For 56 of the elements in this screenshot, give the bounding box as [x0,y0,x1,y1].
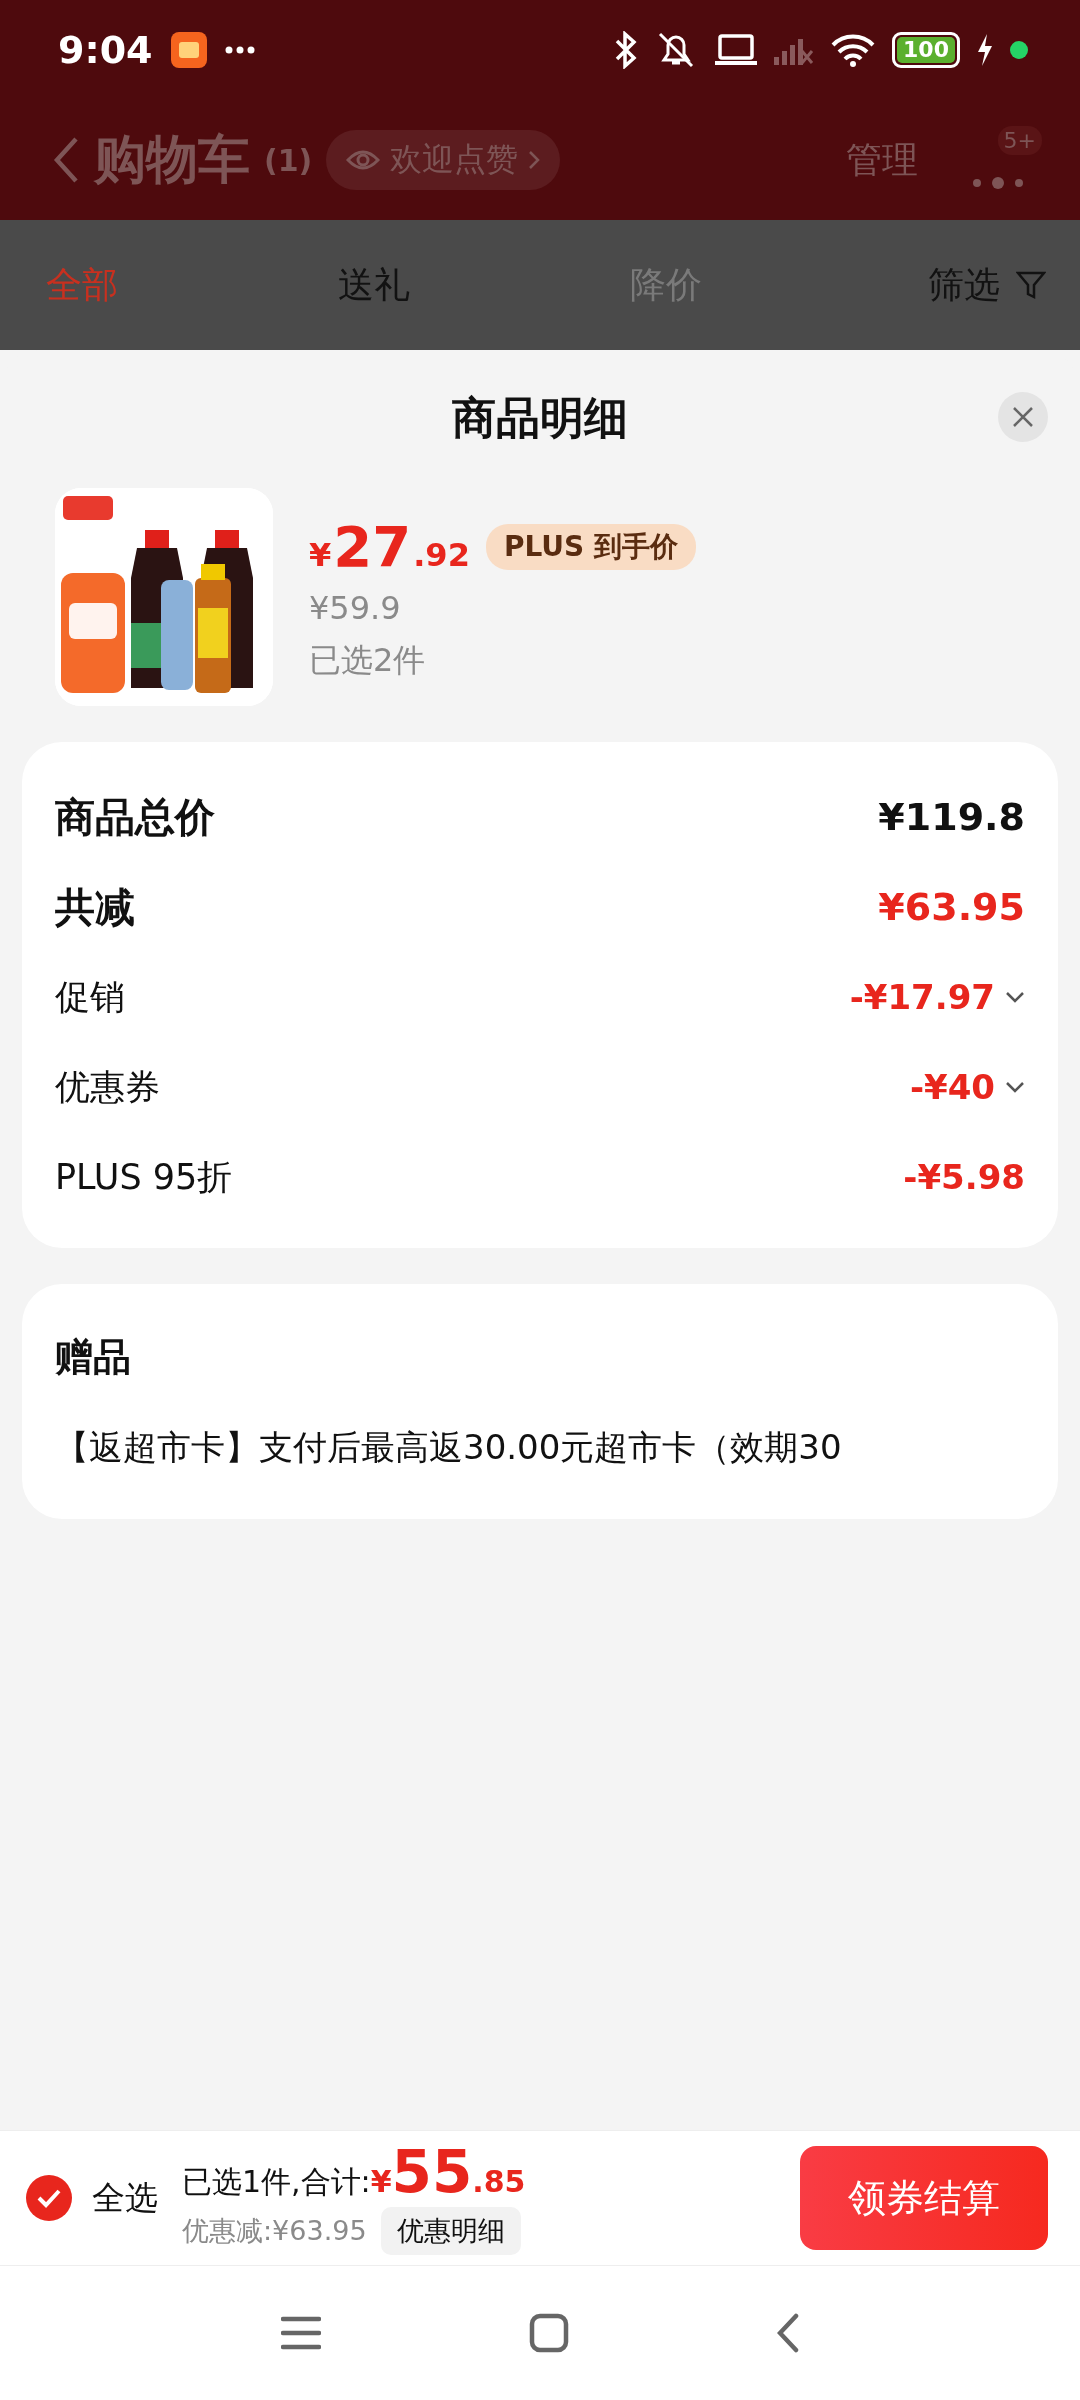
select-all-checkbox[interactable] [26,2175,72,2221]
battery-level: 100 [897,37,955,63]
home-icon[interactable] [529,2313,569,2353]
menu-icon[interactable] [281,2315,321,2351]
check-icon [36,2188,62,2208]
chevron-down-icon[interactable] [1005,1081,1025,1093]
chevron-right-icon [528,150,541,170]
filter-icon [1016,270,1046,300]
price-label: 商品总价 [55,792,215,842]
price-label: 优惠券 [55,1065,160,1109]
close-icon [1012,406,1034,428]
filter-button[interactable]: 筛选 [922,259,1052,311]
laptop-icon [714,33,759,67]
discount-detail-button[interactable]: 优惠明细 [380,2207,521,2255]
item-count: (1) [264,142,313,178]
more-icon [224,46,255,54]
currency-symbol: ¥ [370,2164,392,2199]
chevron-down-icon[interactable] [1005,991,1025,1003]
close-button[interactable] [998,392,1048,442]
sheet-title: 商品明细 [452,390,628,445]
notification-badge: 5+ [997,126,1042,155]
charging-icon [976,34,994,66]
eye-icon [346,148,381,172]
total-decimal: .85 [472,2164,526,2199]
wifi-icon [830,32,877,68]
gift-description: 【返超市卡】支付后最高返30.00元超市卡（效期30 [55,1426,843,1469]
checkout-button[interactable]: 领券结算 [800,2146,1048,2250]
select-all-label: 全选 [92,2176,158,2219]
status-time: 9:04 [58,28,153,72]
manage-link[interactable]: 管理 [846,135,918,185]
price-value: -¥5.98 [903,1157,1025,1197]
total-integer: 55 [391,2141,473,2203]
price-label: 促销 [55,975,125,1019]
page-title: 购物车 [94,128,250,191]
like-chip[interactable]: 欢迎点赞 [326,130,561,190]
filter-tab[interactable]: 送礼 [338,260,630,310]
price-value: -¥40 [909,1067,995,1107]
price-decimal: .92 [413,536,470,574]
price-label: 共减 [55,882,135,932]
price-value: ¥63.95 [878,885,1025,929]
selected-count: 已选2件 [309,640,427,681]
price-integer: 27 [333,514,412,579]
filter-tab[interactable]: 全部 [46,260,338,310]
bluetooth-icon [614,31,639,69]
plus-price-tag: PLUS 到手价 [485,523,696,570]
price-value: ¥119.8 [878,795,1025,839]
back-icon[interactable] [777,2313,799,2353]
gift-title: 赠品 [55,1334,132,1381]
app-notification-icon [170,32,207,68]
discount-amount: 优惠减:¥63.95 [182,2214,367,2248]
price-value: -¥17.97 [849,977,995,1017]
original-price: ¥59.9 [309,589,402,627]
price-label: PLUS 95折 [55,1155,233,1199]
currency-symbol: ¥ [309,536,332,574]
dot-icon [1010,41,1028,59]
selected-summary: 已选1件,合计: [182,2163,371,2201]
